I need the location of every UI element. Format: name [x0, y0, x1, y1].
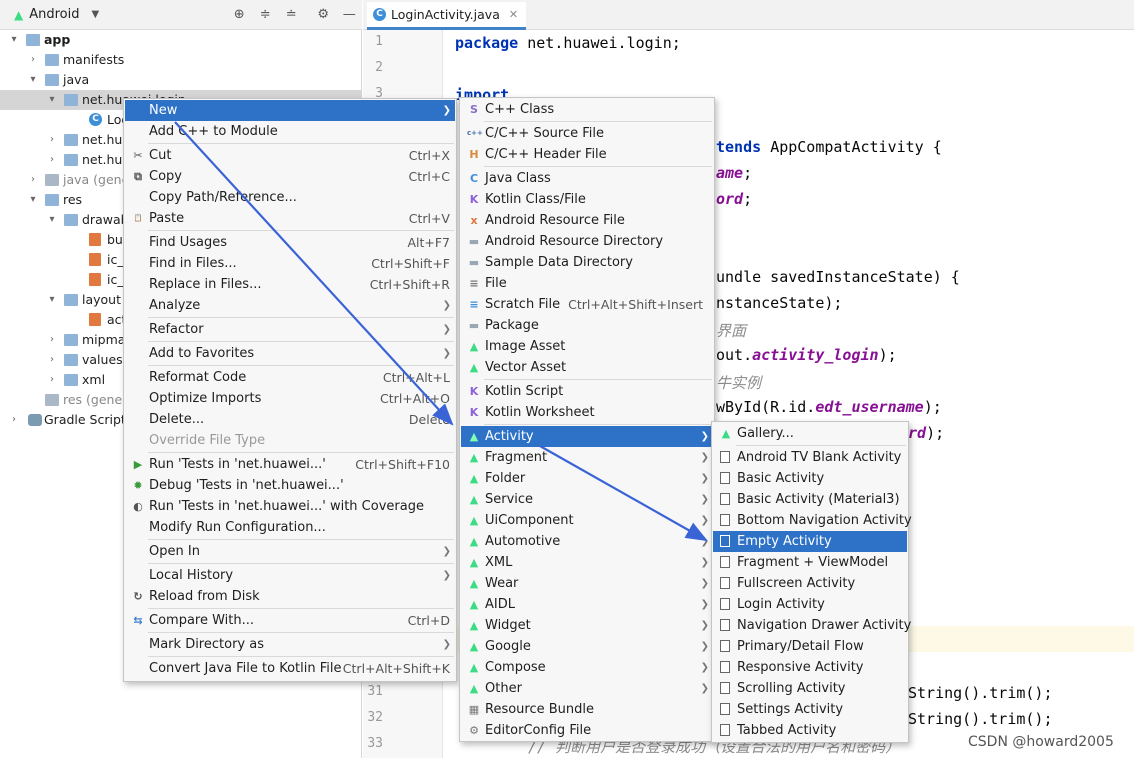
arrow-activity-to-empty	[539, 445, 708, 542]
arrow-new-to-activity	[174, 121, 454, 426]
watermark: CSDN @howard2005	[968, 734, 1114, 750]
annotation-arrows	[174, 121, 708, 542]
